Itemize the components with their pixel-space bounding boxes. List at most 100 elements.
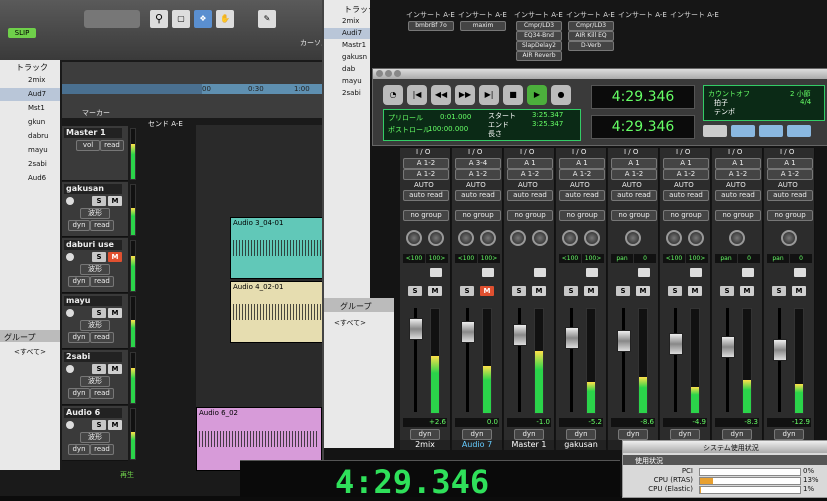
trim-tool-icon[interactable]: ▢ bbox=[172, 10, 190, 28]
merge-icon[interactable] bbox=[787, 125, 811, 137]
mute-button[interactable]: M bbox=[636, 286, 650, 296]
dyn-selector[interactable]: dyn bbox=[618, 429, 648, 440]
dyn-selector[interactable]: dyn bbox=[670, 429, 700, 440]
start-value[interactable]: 3:25.347 bbox=[532, 111, 563, 119]
dyn-selector[interactable]: dyn bbox=[68, 388, 90, 399]
solo-button[interactable]: S bbox=[772, 286, 786, 296]
pan-knob[interactable] bbox=[781, 230, 797, 246]
mix-track-list-item[interactable]: dab bbox=[324, 64, 370, 75]
volume-fader[interactable] bbox=[773, 339, 787, 361]
automation-mode[interactable]: auto read bbox=[611, 190, 657, 201]
pan-right-knob[interactable] bbox=[428, 230, 444, 246]
volume-fader[interactable] bbox=[461, 321, 475, 343]
track-list-item[interactable]: gkun bbox=[0, 116, 60, 129]
mix-track-list-item[interactable]: 2mix bbox=[324, 16, 370, 27]
solo-button[interactable]: S bbox=[92, 252, 106, 262]
group-selector[interactable]: no group bbox=[663, 210, 709, 221]
pan-left-knob[interactable] bbox=[562, 230, 578, 246]
view-selector[interactable]: 波形 bbox=[80, 320, 110, 331]
metronome-icon[interactable] bbox=[731, 125, 755, 137]
output-selector[interactable]: A 1-2 bbox=[455, 169, 501, 180]
track-name[interactable]: 2sabi bbox=[64, 352, 122, 362]
dyn-selector[interactable]: dyn bbox=[722, 429, 752, 440]
record-enable-icon[interactable] bbox=[66, 365, 74, 373]
automation-mode[interactable]: auto read bbox=[403, 190, 449, 201]
view-selector[interactable]: 波形 bbox=[80, 376, 110, 387]
group-list-item[interactable]: <すべて> bbox=[14, 347, 46, 357]
automation-mode[interactable]: read bbox=[100, 140, 124, 151]
group-selector[interactable]: no group bbox=[715, 210, 761, 221]
selector-tool-icon[interactable]: ❖ bbox=[194, 10, 212, 28]
track-list-item[interactable]: 2mix bbox=[0, 74, 60, 87]
dyn-selector[interactable]: dyn bbox=[68, 220, 90, 231]
zoom-tool-icon[interactable]: ⚲ bbox=[150, 10, 168, 28]
insert-slot[interactable]: AIR Kill EQ bbox=[568, 31, 614, 41]
mute-button[interactable]: M bbox=[532, 286, 546, 296]
volume-fader[interactable] bbox=[617, 330, 631, 352]
track-name[interactable]: gakusan bbox=[64, 184, 122, 194]
record-enable-icon[interactable] bbox=[690, 268, 702, 277]
pan-right-knob[interactable] bbox=[688, 230, 704, 246]
record-enable-icon[interactable] bbox=[794, 268, 806, 277]
automation-mode[interactable]: read bbox=[90, 388, 114, 399]
track-name[interactable]: Audio 6 bbox=[64, 408, 122, 418]
output-selector[interactable]: A 1-2 bbox=[663, 169, 709, 180]
insert-slot[interactable]: D-Verb bbox=[568, 41, 614, 51]
insert-slot[interactable]: maxim bbox=[460, 21, 506, 31]
output-selector[interactable]: A 1-2 bbox=[559, 169, 605, 180]
track-list-item[interactable]: Mst1 bbox=[0, 102, 60, 115]
record-enable-icon[interactable] bbox=[638, 268, 650, 277]
edit-track-header[interactable]: 2sabi S M 波形 dyn read bbox=[62, 350, 128, 405]
mute-button[interactable]: M bbox=[480, 286, 494, 296]
vol-value[interactable]: +2.6 bbox=[414, 418, 446, 427]
edit-track-header[interactable]: gakusan S M 波形 dyn read bbox=[62, 182, 128, 237]
pan-left-knob[interactable] bbox=[406, 230, 422, 246]
mute-button[interactable]: M bbox=[108, 252, 122, 262]
record-enable-icon[interactable] bbox=[66, 197, 74, 205]
automation-mode[interactable]: read bbox=[90, 220, 114, 231]
automation-mode[interactable]: read bbox=[90, 444, 114, 455]
group-selector[interactable]: no group bbox=[455, 210, 501, 221]
group-selector[interactable]: no group bbox=[767, 210, 813, 221]
insert-slot[interactable]: AIR Reverb bbox=[516, 51, 562, 61]
track-list-item[interactable]: dabru bbox=[0, 130, 60, 143]
window-close-icon[interactable] bbox=[376, 70, 383, 77]
track-name[interactable]: mayu bbox=[64, 296, 122, 306]
vol-value[interactable]: -4.9 bbox=[674, 418, 706, 427]
main-counter[interactable]: 4:29.346 bbox=[591, 85, 695, 109]
solo-button[interactable]: S bbox=[512, 286, 526, 296]
edit-track-header[interactable]: daburi use S M 波形 dyn read bbox=[62, 238, 128, 293]
input-selector[interactable]: A 1 bbox=[559, 158, 605, 169]
pencil-tool-icon[interactable]: ✎ bbox=[258, 10, 276, 28]
mix-track-list-item[interactable]: Mastr1 bbox=[324, 40, 370, 51]
channel-name[interactable]: gakusan bbox=[556, 440, 606, 450]
input-selector[interactable]: A 1-2 bbox=[403, 158, 449, 169]
output-selector[interactable]: A 1-2 bbox=[507, 169, 553, 180]
mix-track-list-item[interactable]: 2sabi bbox=[324, 88, 370, 99]
automation-mode[interactable]: auto read bbox=[663, 190, 709, 201]
mute-button[interactable]: M bbox=[108, 308, 122, 318]
mute-button[interactable]: M bbox=[740, 286, 754, 296]
track-name[interactable]: daburi use bbox=[64, 240, 122, 250]
automation-mode[interactable]: auto read bbox=[559, 190, 605, 201]
track-name[interactable]: Master 1 bbox=[64, 128, 122, 138]
record-enable-icon[interactable] bbox=[586, 268, 598, 277]
group-selector[interactable]: no group bbox=[507, 210, 553, 221]
mix-group-item[interactable]: <すべて> bbox=[334, 318, 366, 328]
track-list-item[interactable]: 2sabi bbox=[0, 158, 60, 171]
window-min-icon[interactable] bbox=[385, 70, 392, 77]
volume-fader[interactable] bbox=[669, 333, 683, 355]
group-selector[interactable]: no group bbox=[559, 210, 605, 221]
audio-clip[interactable]: Audio 4_02-01 bbox=[230, 281, 330, 343]
edit-track-header[interactable]: Audio 6 S M 波形 dyn read bbox=[62, 406, 128, 461]
insert-slot[interactable]: EQ34-Bnd bbox=[516, 31, 562, 41]
output-selector[interactable]: A 1-2 bbox=[403, 169, 449, 180]
pan-knob[interactable] bbox=[625, 230, 641, 246]
group-selector[interactable]: no group bbox=[611, 210, 657, 221]
mix-track-list-item[interactable]: Audi7 bbox=[324, 28, 370, 39]
end-value[interactable]: 3:25.347 bbox=[532, 120, 563, 128]
dyn-selector[interactable]: dyn bbox=[566, 429, 596, 440]
record-enable-icon[interactable] bbox=[66, 309, 74, 317]
channel-name[interactable]: 2mix bbox=[400, 440, 450, 450]
solo-button[interactable]: S bbox=[92, 364, 106, 374]
